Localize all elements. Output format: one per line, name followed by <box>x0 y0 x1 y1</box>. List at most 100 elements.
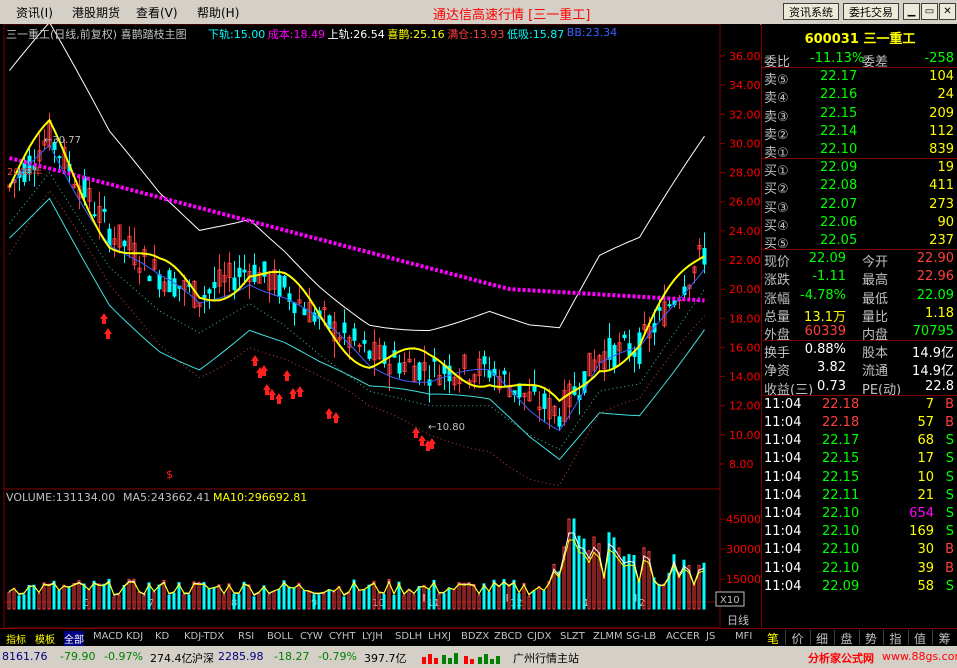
indicator-tab[interactable]: ZBCD <box>494 631 522 642</box>
tick-side: B <box>945 396 954 412</box>
quote-tab[interactable]: 势 <box>859 630 884 646</box>
menu-info[interactable]: 资讯(I) <box>16 4 53 21</box>
volume-bar <box>32 584 36 610</box>
tick-time: 11:04 <box>764 451 802 467</box>
menu-view[interactable]: 查看(V) <box>136 4 178 21</box>
quote-tab[interactable]: 细 <box>810 630 835 646</box>
sell-volume: 24 <box>937 87 954 103</box>
volume-bar <box>327 589 331 610</box>
menu-hk-futures[interactable]: 港股期货 <box>72 4 120 21</box>
quote-tab[interactable]: 筹 <box>933 630 957 646</box>
indicator-tab[interactable]: CYW <box>300 631 323 642</box>
sh-percent: -0.97% <box>104 650 143 663</box>
indicator-tab[interactable]: CJDX <box>527 631 551 642</box>
volume-bar <box>427 588 431 610</box>
tick-row: 11:04 22.10 30 B <box>762 541 957 559</box>
indicator-tab[interactable]: BDZX <box>461 631 489 642</box>
tick-row: 11:04 22.18 57 B <box>762 414 957 432</box>
stat-value: 22.09 <box>808 251 846 267</box>
price-axis-label: 12.00 <box>729 400 760 413</box>
tick-row: 11:04 22.11 21 S <box>762 487 957 505</box>
close-icon[interactable]: ✕ <box>939 3 956 20</box>
station-name[interactable]: 广州行情主站 <box>513 650 579 666</box>
tick-price: 22.10 <box>822 560 860 576</box>
stat-value: 0.73 <box>817 378 846 394</box>
indicator-tab[interactable]: KDJ-TDX <box>184 631 224 642</box>
indicator-tab[interactable]: CYHT <box>329 631 356 642</box>
quote-tab[interactable]: 指 <box>884 630 909 646</box>
minimize-icon[interactable]: ▁ <box>903 3 920 20</box>
buy-price: 22.08 <box>820 178 858 194</box>
candle-body <box>622 334 627 339</box>
buy-row: 买⑤ 22.05 237 <box>762 232 957 252</box>
volume-bar <box>452 589 456 610</box>
tick-volume: 7 <box>925 396 934 412</box>
candle-body <box>362 340 367 344</box>
tick-side: B <box>945 542 954 558</box>
tick-time: 11:04 <box>764 560 802 576</box>
volume-bar <box>167 594 171 610</box>
stat-row: 换手 0.88% 股本 14.9亿 <box>762 341 957 361</box>
sell-level-label: 卖③ <box>764 109 789 125</box>
sell-level-label: 卖⑤ <box>764 73 789 89</box>
indicator-tab[interactable]: MFI <box>735 631 752 642</box>
chart-canvas[interactable]: 36.00 34.00 32.00 30.00 28.00 26.00 24.00 22.00… <box>0 24 760 628</box>
volume-bar <box>312 594 316 610</box>
indicator-tab[interactable]: SDLH <box>395 631 422 642</box>
stat-label: 量比 <box>862 309 889 325</box>
volume-bar <box>507 584 511 610</box>
maximize-icon[interactable]: ▭ <box>921 3 938 20</box>
indicator-tab[interactable]: BOLL <box>267 631 293 642</box>
buy-arrow-icon <box>104 328 112 339</box>
quote-tab[interactable]: 值 <box>908 630 933 646</box>
quote-tab[interactable]: 价 <box>786 630 811 646</box>
menu-help[interactable]: 帮助(H) <box>197 4 239 21</box>
indicator-tab[interactable]: 模板 <box>35 631 55 646</box>
tick-side: B <box>945 560 954 576</box>
bb-line <box>9 144 705 432</box>
indicator-tab[interactable]: MACD <box>93 631 123 642</box>
lower-band-line <box>9 197 705 461</box>
stat-row: 涨幅 -4.78% 最低 22.09 <box>762 287 957 307</box>
legend-item: BB:23.34 <box>566 26 618 39</box>
volume-bar <box>652 577 656 610</box>
indicator-tab[interactable]: JS <box>706 631 715 642</box>
quote-tab[interactable]: 盘 <box>835 630 860 646</box>
indicator-tab[interactable]: SG-LB <box>626 631 656 642</box>
indicator-tab[interactable]: RSI <box>238 631 254 642</box>
stat-row: 净资 3.82 流通 14.9亿 <box>762 359 957 379</box>
indicator-tab[interactable]: LYJH <box>362 631 383 642</box>
volume-bar <box>77 580 81 610</box>
volume-bar <box>497 585 501 610</box>
indicator-tab[interactable]: 全部 <box>64 631 84 646</box>
indicator-tab[interactable]: KD <box>155 631 169 642</box>
indicator-tab[interactable]: ZLMM <box>593 631 623 642</box>
kline-chart-area[interactable]: 36.00 34.00 32.00 30.00 28.00 26.00 24.00 22.00… <box>0 24 760 628</box>
tick-row: 11:04 22.10 169 S <box>762 523 957 541</box>
buy-arrow-icon <box>332 412 340 423</box>
quote-tab[interactable]: 笔 <box>761 630 786 646</box>
buy-arrow-icon <box>412 427 420 438</box>
volume-bar <box>627 554 631 610</box>
indicator-tab[interactable]: 指标 <box>6 631 26 646</box>
tick-row: 11:04 22.10 654 S <box>762 505 957 523</box>
indicator-tab[interactable]: LHXJ <box>428 631 451 642</box>
buy-zone-line <box>9 171 705 451</box>
period-label[interactable]: 日线 <box>727 613 749 627</box>
indicator-tab[interactable]: KDJ <box>126 631 143 642</box>
dollar-signal-icon: $ <box>166 468 173 481</box>
tick-row: 11:04 22.17 68 S <box>762 432 957 450</box>
indicator-tab[interactable]: ACCER <box>666 631 700 642</box>
volume-bar <box>292 587 296 610</box>
legend-item: 满仓:13.93 <box>447 28 505 41</box>
stat-value: 3.82 <box>817 360 846 376</box>
candle-body <box>482 356 487 365</box>
quote-panel: 600031 三一重工 委比 -11.13% 委差 -258 卖⑤ 22.17 104 卖④ 22… <box>761 24 957 628</box>
tick-row: 11:04 22.10 39 B <box>762 560 957 578</box>
indicator-tab[interactable]: SLZT <box>560 631 585 642</box>
trade-button[interactable]: 委托交易 <box>843 3 899 20</box>
info-system-button[interactable]: 资讯系统 <box>783 3 839 20</box>
tick-side: S <box>945 506 954 521</box>
tick-volume: 10 <box>917 469 934 485</box>
volume-bar <box>252 596 256 610</box>
